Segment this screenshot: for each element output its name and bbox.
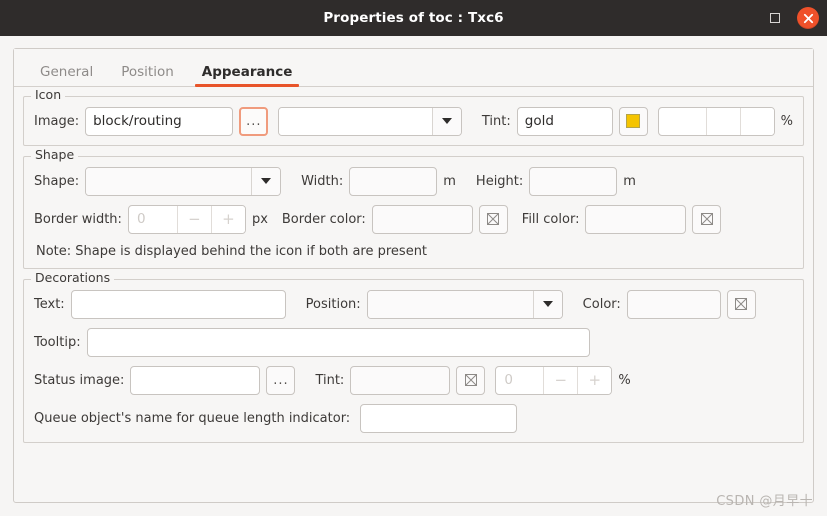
- text-label: Text:: [34, 297, 65, 312]
- height-unit-label: m: [623, 174, 636, 189]
- image-input[interactable]: block/routing: [85, 107, 233, 136]
- tab-appearance[interactable]: Appearance: [193, 66, 302, 87]
- window-title: Properties of toc : Txc6: [323, 10, 503, 26]
- height-input[interactable]: [529, 167, 617, 196]
- status-tint-amount-spinner[interactable]: 0 − +: [495, 366, 612, 395]
- decoration-text-input[interactable]: [71, 290, 286, 319]
- tooltip-row: Tooltip:: [34, 327, 793, 357]
- status-tint-label: Tint:: [315, 373, 344, 388]
- chevron-down-icon: [533, 291, 562, 318]
- shape-group-title: Shape: [31, 149, 78, 162]
- border-color-picker-button[interactable]: [479, 205, 508, 234]
- shape-label: Shape:: [34, 174, 79, 189]
- fill-color-picker-button[interactable]: [692, 205, 721, 234]
- watermark-text: CSDN @月早十: [716, 490, 813, 509]
- shape-row: Shape: Width: m Height:: [34, 166, 793, 196]
- chevron-down-icon: [432, 108, 461, 135]
- status-image-input[interactable]: [130, 366, 260, 395]
- icon-tint-color-swatch-button[interactable]: [619, 107, 648, 136]
- border-color-input[interactable]: [372, 205, 473, 234]
- decoration-color-picker-button[interactable]: [727, 290, 756, 319]
- border-width-spinner[interactable]: 0 − +: [128, 205, 246, 234]
- border-width-unit-label: px: [252, 212, 268, 227]
- height-label: Height:: [476, 174, 523, 189]
- decoration-color-input[interactable]: [627, 290, 721, 319]
- maximize-icon[interactable]: [764, 7, 786, 29]
- tab-general[interactable]: General: [31, 66, 102, 87]
- image-label: Image:: [34, 114, 79, 129]
- decoration-position-value: [368, 291, 533, 318]
- shape-group: Shape Shape: Width: m: [23, 156, 804, 269]
- decoration-text-row: Text: Position: Color:: [34, 289, 793, 319]
- shape-note: Note: Shape is displayed behind the icon…: [34, 244, 793, 259]
- dialog-content: General Position Appearance Icon Image: …: [0, 36, 827, 516]
- close-icon[interactable]: [797, 7, 819, 29]
- width-unit-label: m: [443, 174, 456, 189]
- shape-combobox[interactable]: [85, 167, 281, 196]
- icon-tint-label: Tint:: [482, 114, 511, 129]
- status-tint-percent-label: %: [618, 373, 630, 388]
- border-color-label: Border color:: [282, 212, 366, 227]
- tab-bar: General Position Appearance: [14, 49, 813, 87]
- border-width-value: 0: [129, 206, 177, 233]
- shape-combobox-value: [86, 168, 251, 195]
- queue-input[interactable]: [360, 404, 517, 433]
- fill-color-label: Fill color:: [522, 212, 580, 227]
- chevron-down-icon: [251, 168, 280, 195]
- tooltip-label: Tooltip:: [34, 335, 81, 350]
- title-bar: Properties of toc : Txc6: [0, 0, 827, 36]
- icon-tint-amount-spinner[interactable]: [658, 107, 775, 136]
- decoration-color-label: Color:: [583, 297, 621, 312]
- icon-group-title: Icon: [31, 89, 65, 102]
- icon-image-row: Image: block/routing ... Tint:: [34, 106, 793, 136]
- icon-tint-increment-button[interactable]: [740, 108, 774, 135]
- status-tint-input[interactable]: [350, 366, 450, 395]
- tab-position[interactable]: Position: [112, 66, 183, 87]
- icon-tint-input[interactable]: gold: [517, 107, 613, 136]
- fill-color-input[interactable]: [585, 205, 686, 234]
- queue-indicator-row: Queue object's name for queue length ind…: [34, 403, 793, 433]
- status-image-label: Status image:: [34, 373, 124, 388]
- width-input[interactable]: [349, 167, 437, 196]
- icon-group: Icon Image: block/routing ... Ti: [23, 96, 804, 146]
- decorations-group: Decorations Text: Position: Col: [23, 279, 804, 443]
- appearance-form: Icon Image: block/routing ... Ti: [14, 87, 813, 502]
- decorations-group-title: Decorations: [31, 272, 114, 285]
- icon-tint-amount-value: [659, 108, 706, 135]
- dialog-panel: General Position Appearance Icon Image: …: [13, 48, 814, 503]
- icon-tint-percent-label: %: [781, 114, 793, 129]
- gold-color-chip: [626, 114, 640, 128]
- border-width-decrement-button[interactable]: −: [177, 206, 211, 233]
- width-label: Width:: [301, 174, 343, 189]
- image-browse-button[interactable]: ...: [239, 107, 268, 136]
- border-width-increment-button[interactable]: +: [211, 206, 245, 233]
- decoration-position-label: Position:: [306, 297, 361, 312]
- status-tint-color-picker-button[interactable]: [456, 366, 485, 395]
- image-preset-combobox[interactable]: [278, 107, 462, 136]
- maximize-square-glyph: [770, 13, 780, 23]
- border-row: Border width: 0 − + px Border color:: [34, 204, 793, 234]
- status-image-row: Status image: ... Tint:: [34, 365, 793, 395]
- status-tint-decrement-button[interactable]: −: [543, 367, 577, 394]
- window-controls: [764, 0, 819, 36]
- decoration-position-combobox[interactable]: [367, 290, 563, 319]
- tooltip-input[interactable]: [87, 328, 590, 357]
- image-preset-value: [279, 108, 432, 135]
- queue-label: Queue object's name for queue length ind…: [34, 411, 350, 426]
- properties-dialog-window: Properties of toc : Txc6 General Positio…: [0, 0, 827, 516]
- status-tint-increment-button[interactable]: +: [577, 367, 611, 394]
- icon-tint-decrement-button[interactable]: [706, 108, 740, 135]
- border-width-label: Border width:: [34, 212, 122, 227]
- status-image-browse-button[interactable]: ...: [266, 366, 295, 395]
- status-tint-amount-value: 0: [496, 367, 543, 394]
